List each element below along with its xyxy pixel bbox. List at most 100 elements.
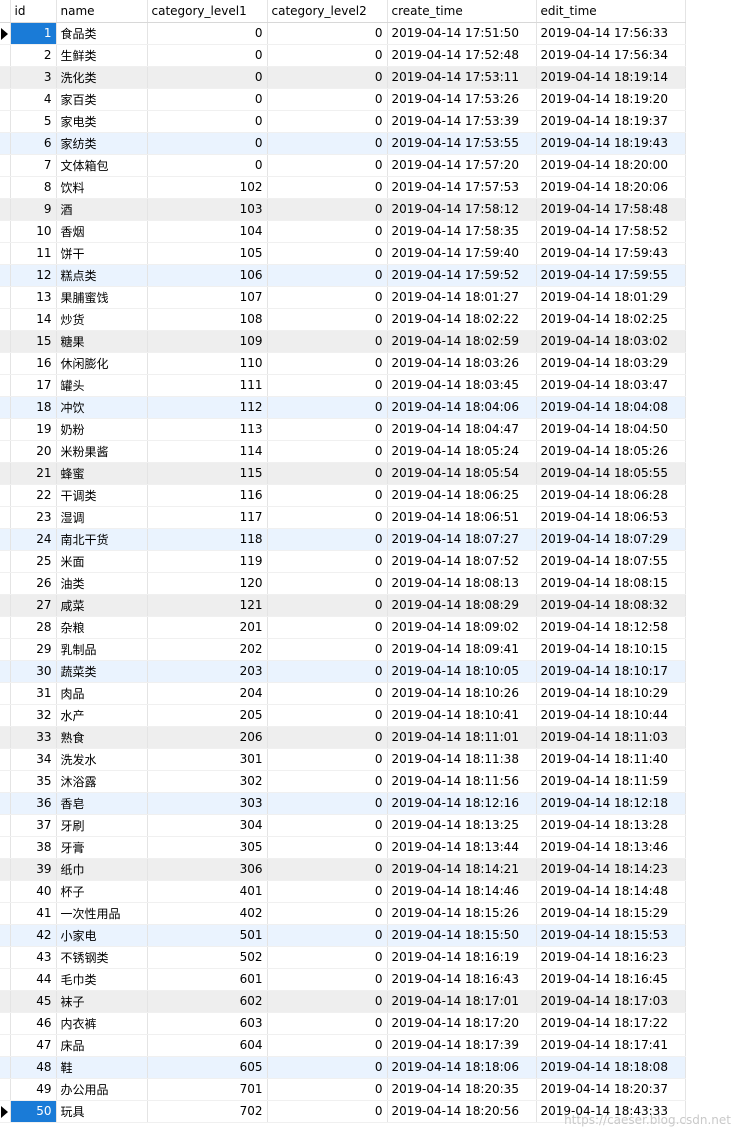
table-row[interactable]: 29 乳制品 202 0 2019-04-14 18:09:41 2019-04-14 1… (0, 638, 686, 661)
cell-create-time[interactable]: 2019-04-14 18:11:01 (387, 726, 537, 749)
table-row[interactable]: 25 米面 119 0 2019-04-14 18:07:52 2019-04-14 18… (0, 550, 686, 573)
cell-id[interactable]: 3 (10, 66, 57, 89)
cell-category-level2[interactable]: 0 (267, 462, 388, 485)
cell-name[interactable]: 牙刷 (56, 814, 148, 837)
cell-id[interactable]: 50 (10, 1100, 57, 1123)
cell-create-time[interactable]: 2019-04-14 18:17:39 (387, 1034, 537, 1057)
row-marker[interactable] (0, 924, 11, 947)
cell-category-level2[interactable]: 0 (267, 66, 388, 89)
row-marker[interactable] (0, 528, 11, 551)
cell-category-level2[interactable]: 0 (267, 88, 388, 111)
cell-category-level2[interactable]: 0 (267, 528, 388, 551)
cell-edit-time[interactable]: 2019-04-14 18:08:32 (536, 594, 686, 617)
cell-name[interactable]: 家纺类 (56, 132, 148, 155)
cell-create-time[interactable]: 2019-04-14 18:14:21 (387, 858, 537, 881)
table-row[interactable]: 23 湿调 117 0 2019-04-14 18:06:51 2019-04-14 18… (0, 506, 686, 529)
cell-edit-time[interactable]: 2019-04-14 18:12:58 (536, 616, 686, 639)
cell-edit-time[interactable]: 2019-04-14 18:15:53 (536, 924, 686, 947)
cell-id[interactable]: 39 (10, 858, 57, 881)
column-header-name[interactable]: name (56, 0, 148, 23)
cell-id[interactable]: 14 (10, 308, 57, 331)
row-marker[interactable] (0, 682, 11, 705)
row-marker[interactable] (0, 66, 11, 89)
row-marker[interactable] (0, 550, 11, 573)
cell-edit-time[interactable]: 2019-04-14 18:16:23 (536, 946, 686, 969)
cell-category-level1[interactable]: 107 (147, 286, 268, 309)
cell-category-level2[interactable]: 0 (267, 374, 388, 397)
cell-edit-time[interactable]: 2019-04-14 18:03:47 (536, 374, 686, 397)
cell-edit-time[interactable]: 2019-04-14 18:19:43 (536, 132, 686, 155)
row-marker[interactable] (0, 484, 11, 507)
cell-category-level1[interactable]: 118 (147, 528, 268, 551)
cell-name[interactable]: 洗发水 (56, 748, 148, 771)
cell-create-time[interactable]: 2019-04-14 18:06:25 (387, 484, 537, 507)
cell-edit-time[interactable]: 2019-04-14 18:13:28 (536, 814, 686, 837)
cell-edit-time[interactable]: 2019-04-14 18:03:02 (536, 330, 686, 353)
cell-create-time[interactable]: 2019-04-14 17:59:52 (387, 264, 537, 287)
row-marker[interactable] (0, 726, 11, 749)
table-row[interactable]: 28 杂粮 201 0 2019-04-14 18:09:02 2019-04-14 18… (0, 616, 686, 639)
table-row[interactable]: 45 袜子 602 0 2019-04-14 18:17:01 2019-04-14 18… (0, 990, 686, 1013)
cell-edit-time[interactable]: 2019-04-14 18:20:37 (536, 1078, 686, 1101)
cell-category-level1[interactable]: 203 (147, 660, 268, 683)
cell-name[interactable]: 牙膏 (56, 836, 148, 859)
row-marker[interactable] (0, 44, 11, 67)
cell-name[interactable]: 袜子 (56, 990, 148, 1013)
cell-edit-time[interactable]: 2019-04-14 17:58:48 (536, 198, 686, 221)
cell-id[interactable]: 44 (10, 968, 57, 991)
cell-create-time[interactable]: 2019-04-14 18:20:56 (387, 1100, 537, 1123)
cell-name[interactable]: 冲饮 (56, 396, 148, 419)
cell-category-level2[interactable]: 0 (267, 308, 388, 331)
cell-id[interactable]: 22 (10, 484, 57, 507)
cell-category-level1[interactable]: 0 (147, 44, 268, 67)
cell-category-level2[interactable]: 0 (267, 594, 388, 617)
row-marker[interactable] (0, 990, 11, 1013)
cell-category-level1[interactable]: 306 (147, 858, 268, 881)
table-row[interactable]: 42 小家电 501 0 2019-04-14 18:15:50 2019-04-14 1… (0, 924, 686, 947)
cell-edit-time[interactable]: 2019-04-14 18:18:08 (536, 1056, 686, 1079)
table-row[interactable]: 7 文体箱包 0 0 2019-04-14 17:57:20 2019-04-14 18:… (0, 154, 686, 177)
cell-category-level2[interactable]: 0 (267, 836, 388, 859)
cell-category-level2[interactable]: 0 (267, 858, 388, 881)
cell-name[interactable]: 沐浴露 (56, 770, 148, 793)
cell-id[interactable]: 2 (10, 44, 57, 67)
cell-create-time[interactable]: 2019-04-14 17:58:35 (387, 220, 537, 243)
cell-name[interactable]: 鞋 (56, 1056, 148, 1079)
cell-id[interactable]: 9 (10, 198, 57, 221)
row-marker[interactable] (0, 440, 11, 463)
row-marker[interactable] (0, 220, 11, 243)
cell-create-time[interactable]: 2019-04-14 18:15:26 (387, 902, 537, 925)
cell-name[interactable]: 米面 (56, 550, 148, 573)
cell-name[interactable]: 床品 (56, 1034, 148, 1057)
row-marker[interactable] (0, 594, 11, 617)
cell-category-level2[interactable]: 0 (267, 990, 388, 1013)
cell-name[interactable]: 奶粉 (56, 418, 148, 441)
cell-create-time[interactable]: 2019-04-14 18:05:24 (387, 440, 537, 463)
cell-create-time[interactable]: 2019-04-14 17:58:12 (387, 198, 537, 221)
cell-category-level2[interactable]: 0 (267, 704, 388, 727)
cell-category-level2[interactable]: 0 (267, 154, 388, 177)
cell-create-time[interactable]: 2019-04-14 18:02:22 (387, 308, 537, 331)
table-row[interactable]: 39 纸巾 306 0 2019-04-14 18:14:21 2019-04-14 18… (0, 858, 686, 881)
row-marker[interactable] (0, 770, 11, 793)
cell-category-level2[interactable]: 0 (267, 682, 388, 705)
cell-category-level2[interactable]: 0 (267, 572, 388, 595)
table-row[interactable]: 20 米粉果酱 114 0 2019-04-14 18:05:24 2019-04-14 … (0, 440, 686, 463)
cell-create-time[interactable]: 2019-04-14 17:53:55 (387, 132, 537, 155)
row-marker[interactable] (0, 506, 11, 529)
column-header-category-level2[interactable]: category_level2 (267, 0, 388, 23)
cell-id[interactable]: 33 (10, 726, 57, 749)
cell-name[interactable]: 咸菜 (56, 594, 148, 617)
row-marker[interactable] (0, 418, 11, 441)
cell-id[interactable]: 27 (10, 594, 57, 617)
row-marker[interactable] (0, 198, 11, 221)
cell-id[interactable]: 37 (10, 814, 57, 837)
cell-name[interactable]: 纸巾 (56, 858, 148, 881)
cell-create-time[interactable]: 2019-04-14 18:11:38 (387, 748, 537, 771)
cell-category-level1[interactable]: 501 (147, 924, 268, 947)
cell-id[interactable]: 46 (10, 1012, 57, 1035)
cell-create-time[interactable]: 2019-04-14 17:53:11 (387, 66, 537, 89)
cell-create-time[interactable]: 2019-04-14 18:14:46 (387, 880, 537, 903)
table-row[interactable]: 19 奶粉 113 0 2019-04-14 18:04:47 2019-04-14 18… (0, 418, 686, 441)
cell-category-level1[interactable]: 120 (147, 572, 268, 595)
